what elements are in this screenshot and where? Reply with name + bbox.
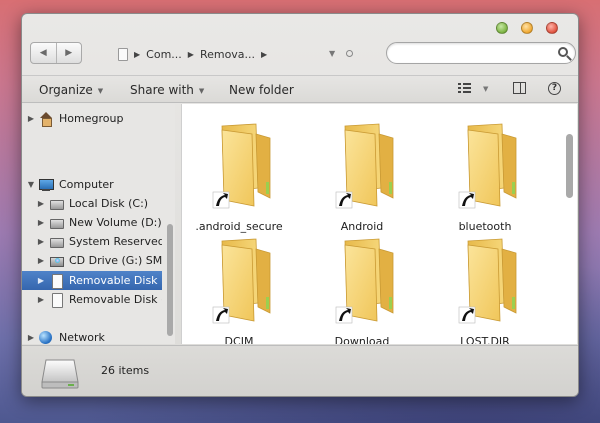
sidebar-item-label: Network <box>59 331 105 344</box>
removable-disk-icon <box>49 292 63 308</box>
new-folder-label: New folder <box>229 83 294 97</box>
minimize-button[interactable] <box>496 22 508 34</box>
collapse-arrow-icon[interactable]: ▼ <box>26 180 36 189</box>
navigation-row: ◀ ▶ ▶ Com... ▶ Remova... ▶ ▼ <box>30 42 576 66</box>
item-count: 26 items <box>101 364 150 377</box>
file-list: .android_secure Android bluetooth DCIM Downl… <box>181 104 577 344</box>
sidebar-item-removable-disk[interactable]: ▶ Removable Disk <box>22 271 162 290</box>
expand-arrow-icon[interactable]: ▶ <box>36 256 46 265</box>
expand-arrow-icon[interactable]: ▶ <box>36 276 46 285</box>
homegroup-icon <box>39 111 53 127</box>
cd-drive-icon <box>49 254 64 268</box>
sidebar-item-label: Removable Disk ( <box>69 293 162 306</box>
organize-button[interactable]: Organize ▼ <box>39 83 103 97</box>
change-view-icon[interactable] <box>458 82 474 96</box>
drive-icon <box>118 47 128 61</box>
expand-arrow-icon[interactable]: ▶ <box>26 333 36 342</box>
breadcrumb: ▶ Com... ▶ Remova... ▶ <box>118 45 267 63</box>
folder-item[interactable]: Android <box>317 116 407 233</box>
folder-shortcut-icon <box>458 123 517 209</box>
navigation-pane: ▶ Homegroup ▼ Computer ▶ Local Disk (C:)… <box>22 104 175 344</box>
content-scrollbar[interactable] <box>566 134 573 198</box>
folder-item[interactable]: .android_secure <box>194 116 284 233</box>
sidebar-scrollbar[interactable] <box>167 224 173 336</box>
expand-arrow-icon[interactable]: ▶ <box>26 114 36 123</box>
back-forward-group: ◀ ▶ <box>30 42 82 64</box>
new-folder-button[interactable]: New folder <box>229 83 294 97</box>
chevron-right-icon[interactable]: ▶ <box>134 50 140 59</box>
chevron-down-icon[interactable]: ▼ <box>483 85 488 93</box>
refresh-icon[interactable] <box>346 50 353 57</box>
forward-arrow-icon[interactable]: ▶ <box>57 43 82 63</box>
sidebar-item-label: System Reserved <box>69 235 162 248</box>
expand-arrow-icon[interactable]: ▶ <box>36 199 46 208</box>
computer-icon <box>39 178 54 192</box>
folder-name: DCIM <box>224 335 254 344</box>
sidebar-item-label: Computer <box>59 178 114 191</box>
folder-item[interactable]: Download <box>317 231 407 344</box>
sidebar-item-computer[interactable]: ▼ Computer <box>22 175 162 194</box>
expand-arrow-icon[interactable]: ▶ <box>36 295 46 304</box>
window-controls <box>496 22 558 34</box>
folder-item[interactable]: LOST.DIR <box>440 231 530 344</box>
preview-pane-icon[interactable] <box>513 82 526 94</box>
folder-name: LOST.DIR <box>460 335 510 344</box>
chevron-down-icon: ▼ <box>198 86 205 95</box>
sidebar-item-label: New Volume (D:) <box>69 216 162 229</box>
sidebar-item-local-disk-c[interactable]: ▶ Local Disk (C:) <box>22 194 162 213</box>
title-bar <box>22 14 578 36</box>
breadcrumb-item-computer[interactable]: Com... <box>146 48 182 61</box>
chevron-right-icon[interactable]: ▶ <box>188 50 194 59</box>
expand-arrow-icon[interactable]: ▶ <box>36 237 46 246</box>
maximize-button[interactable] <box>521 22 533 34</box>
details-pane: 26 items <box>22 345 578 396</box>
explorer-window: ◀ ▶ ▶ Com... ▶ Remova... ▶ ▼ Organize ▼ S… <box>21 13 579 397</box>
sidebar-item-system-reserved[interactable]: ▶ System Reserved <box>22 232 162 251</box>
removable-disk-icon <box>49 273 63 289</box>
back-arrow-icon[interactable]: ◀ <box>31 43 57 63</box>
expand-arrow-icon[interactable]: ▶ <box>36 218 46 227</box>
sidebar-item-label: Homegroup <box>59 112 124 125</box>
command-toolbar: Organize ▼ Share with ▼ New folder ▼ ? <box>22 75 578 103</box>
removable-drive-icon <box>41 359 79 389</box>
help-icon[interactable]: ? <box>548 82 561 95</box>
folder-shortcut-icon <box>335 123 394 209</box>
folder-shortcut-icon <box>212 123 271 209</box>
share-with-button[interactable]: Share with ▼ <box>130 83 204 97</box>
close-button[interactable] <box>546 22 558 34</box>
breadcrumb-item-removable[interactable]: Remova... <box>200 48 255 61</box>
search-input[interactable] <box>386 42 576 64</box>
sidebar-item-new-volume-d[interactable]: ▶ New Volume (D:) <box>22 213 162 232</box>
folder-name: Download <box>334 335 390 344</box>
hard-disk-icon <box>49 235 64 249</box>
search-icon[interactable] <box>558 47 568 57</box>
address-dropdown-icon[interactable]: ▼ <box>329 49 335 58</box>
network-icon <box>39 330 53 345</box>
folder-shortcut-icon <box>335 238 394 324</box>
organize-label: Organize <box>39 83 93 97</box>
sidebar-item-label: Removable Disk <box>69 274 158 287</box>
folder-shortcut-icon <box>212 238 271 324</box>
hard-disk-icon <box>49 197 64 211</box>
sidebar-item-cd-drive[interactable]: ▶ CD Drive (G:) SMA <box>22 251 162 270</box>
folder-shortcut-icon <box>458 238 517 324</box>
sidebar-item-homegroup[interactable]: ▶ Homegroup <box>22 109 162 128</box>
folder-item[interactable]: bluetooth <box>440 116 530 233</box>
sidebar-item-label: Local Disk (C:) <box>69 197 149 210</box>
share-with-label: Share with <box>130 83 194 97</box>
hard-disk-icon <box>49 216 64 230</box>
folder-item[interactable]: DCIM <box>194 231 284 344</box>
sidebar-item-label: CD Drive (G:) SMA <box>69 254 162 267</box>
sidebar-item-removable-disk-2[interactable]: ▶ Removable Disk ( <box>22 290 162 309</box>
chevron-right-icon[interactable]: ▶ <box>261 50 267 59</box>
chevron-down-icon: ▼ <box>97 86 104 95</box>
sidebar-item-network[interactable]: ▶ Network <box>22 328 162 344</box>
